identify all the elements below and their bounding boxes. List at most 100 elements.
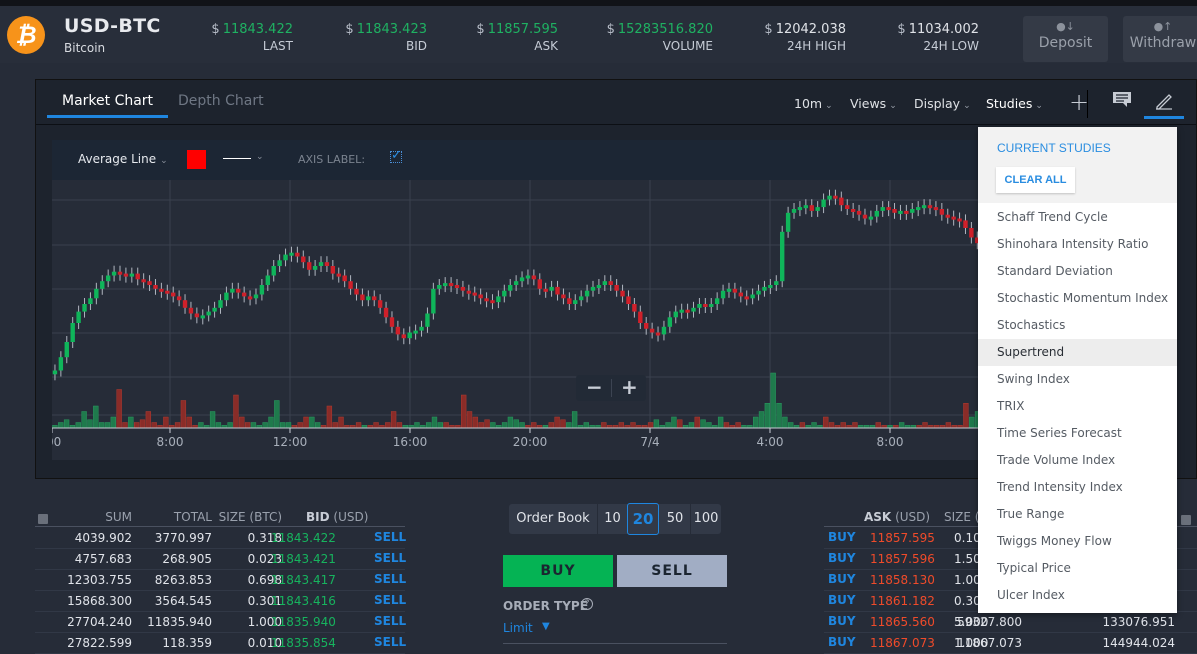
volume-bar [752,416,759,429]
study-item[interactable]: Swing Index [978,366,1177,393]
candle-body [165,290,170,294]
study-item[interactable]: Trade Volume Index [978,447,1177,474]
market-pair: USD-BTC [64,15,161,37]
study-item[interactable]: Standard Deviation [978,258,1177,285]
sell-action-link[interactable]: SELL [374,593,406,607]
buy-action-link[interactable]: BUY [828,530,856,544]
study-item[interactable]: Time Series Forecast [978,420,1177,447]
study-item[interactable]: Twiggs Money Flow [978,528,1177,555]
depth-tab-50[interactable]: 50 [660,504,690,534]
buy-action-link[interactable]: BUY [828,572,856,586]
currency-symbol: $ [476,22,485,37]
line-color-swatch[interactable] [187,150,206,169]
drawing-tool-dropdown[interactable]: Average Line ⌄ [78,152,168,166]
candle-body [632,304,637,312]
study-item[interactable]: Ulcer Index [978,582,1177,609]
zoom-out-button[interactable]: − [586,375,603,399]
bid-row[interactable]: 4757.683 268.905 0.023 11843.421 SELL [35,549,406,570]
bid-bid-cell: 11843.417 [271,573,336,587]
views-dropdown[interactable]: Views ⌄ [850,96,897,111]
sell-action-link[interactable]: SELL [374,614,406,628]
bid-row[interactable]: 12303.755 8263.853 0.698 11843.417 SELL [35,570,406,591]
study-item[interactable]: Trend Intensity Index [978,474,1177,501]
price-chart[interactable]: 00 8:00 12:00 16:00 20:00 7/4 4:00 8:00 − + [52,180,998,460]
buy-action-link[interactable]: BUY [828,635,856,649]
order-book-label: Order Book [516,511,590,526]
depth-tab-20[interactable]: 20 [627,503,659,535]
clear-all-button[interactable]: CLEAR ALL [996,167,1075,193]
pencil-draw-icon[interactable] [1154,90,1174,115]
collapse-icon[interactable] [1181,515,1191,525]
sell-action-link[interactable]: SELL [374,635,406,649]
buy-action-link[interactable]: BUY [828,614,856,628]
interval-dropdown[interactable]: 10m ⌄ [794,96,833,111]
volume-bar [554,416,560,429]
study-item[interactable]: Schaff Trend Cycle [978,204,1177,231]
candle-body [88,298,93,304]
order-type-select[interactable]: Limit [503,621,533,635]
col-sum: SUM [105,510,132,524]
study-item[interactable]: Shinohara Intensity Ratio [978,231,1177,258]
caret-down-icon[interactable]: ▼ [542,621,550,632]
zoom-in-button[interactable]: + [621,375,638,399]
withdraw-button[interactable]: ●↑ Withdraw [1123,16,1197,62]
volume-bar [139,419,146,429]
study-item[interactable]: Typical Price [978,555,1177,582]
study-item[interactable]: Supertrend [978,339,1177,366]
help-icon[interactable]: ? [581,598,593,610]
ask-row[interactable]: BUY 11865.560 5.000 59327.800 133076.951 [824,612,1197,633]
col-bid-unit: (USD) [333,510,369,524]
volume-bar [414,422,420,429]
candle-body [667,317,673,327]
bid-row[interactable]: 4039.902 3770.997 0.318 11843.422 SELL [35,528,406,549]
candle-body [703,304,708,307]
volume-bar [332,422,338,429]
bid-sum-cell: 15868.300 [67,594,132,608]
bid-row[interactable]: 27704.240 11835.940 1.000 11835.940 SELL [35,612,406,633]
candle-body [147,281,152,285]
volume-bar [560,419,566,429]
ask-row[interactable]: BUY 11867.073 1.000 11867.073 144944.024 [824,633,1197,654]
study-item[interactable]: Stochastics [978,312,1177,339]
crosshair-plus-icon[interactable]: + [1069,88,1089,116]
buy-tab-button[interactable]: BUY [503,555,613,587]
buy-action-link[interactable]: BUY [828,551,856,565]
candle-body [898,210,903,214]
candle-body [496,296,501,303]
display-dropdown[interactable]: Display ⌄ [914,96,971,111]
comment-icon[interactable] [1112,90,1132,114]
candle-body [425,313,430,327]
candle-body [750,294,755,299]
line-style-chevron-icon[interactable]: ⌄ [256,152,264,162]
sell-action-link[interactable]: SELL [374,572,406,586]
bid-row[interactable]: 15868.300 3564.545 0.301 11843.416 SELL [35,591,406,612]
buy-action-link[interactable]: BUY [828,593,856,607]
candle-body [768,285,773,288]
candle-body [850,209,856,212]
candle-body [437,285,442,289]
sell-action-link[interactable]: SELL [374,530,406,544]
volume-bar [285,422,292,429]
sell-action-link[interactable]: SELL [374,551,406,565]
candle-body [383,307,389,318]
candle-body [111,271,117,276]
volume-bar [630,422,636,429]
sell-tab-button[interactable]: SELL [617,555,727,587]
study-item[interactable]: Stochastic Momentum Index [978,285,1177,312]
stat-label: LAST [262,39,293,53]
x-tick-label: 12:00 [273,435,308,449]
bid-row[interactable]: 27822.599 118.359 0.010 11835.854 SELL [35,633,406,654]
depth-tab-10[interactable]: 10 [597,504,627,534]
study-item[interactable]: TRIX [978,393,1177,420]
deposit-button[interactable]: ●↓ Deposit [1023,16,1108,62]
tab-market-chart[interactable]: Market Chart [47,93,169,118]
depth-tab-100[interactable]: 100 [690,504,721,534]
study-item[interactable]: True Range [978,501,1177,528]
chevron-down-icon: ⌄ [963,101,971,111]
tab-depth-chart[interactable]: Depth Chart [178,93,264,115]
studies-dropdown[interactable]: Studies ⌄ [986,96,1043,111]
axis-label-checkbox[interactable]: ✓ [390,149,402,163]
line-style-sample[interactable] [223,158,251,159]
bid-bid-cell: 11835.940 [271,615,336,629]
bid-total-cell: 11835.940 [147,615,212,629]
